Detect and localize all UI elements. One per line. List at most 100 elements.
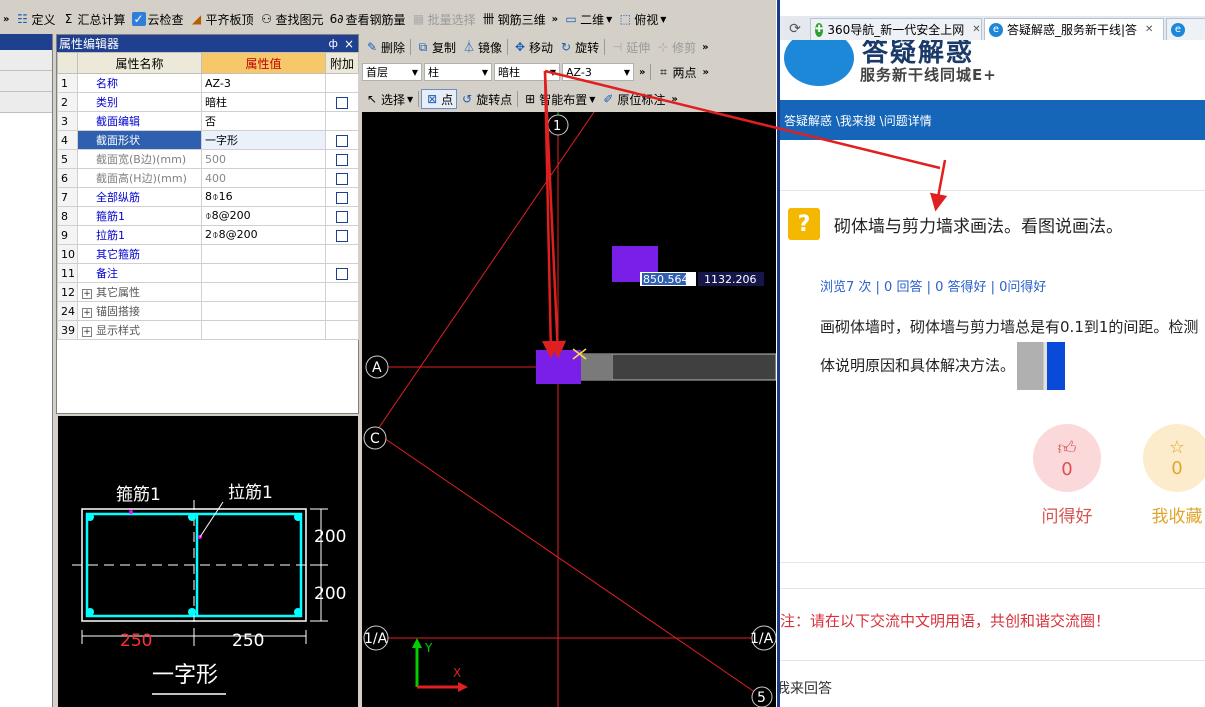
- property-row[interactable]: 2 类别 暗柱: [57, 92, 359, 112]
- property-value[interactable]: [201, 263, 326, 283]
- move-button[interactable]: ✥ 移动: [510, 37, 556, 57]
- expand-plus-icon[interactable]: +: [82, 327, 92, 337]
- coord-x-readout[interactable]: 850.564: [643, 273, 689, 286]
- expand-plus-icon[interactable]: +: [82, 289, 92, 299]
- select-dropdown[interactable]: ↖ 选择 ▼: [362, 89, 416, 109]
- point-button[interactable]: ⊠ 点: [421, 89, 458, 109]
- toolbar-overflow-chevron-3[interactable]: »: [699, 42, 711, 53]
- cloud-check-button[interactable]: ✓ 云检查: [129, 9, 187, 29]
- close-icon[interactable]: ✕: [1145, 24, 1153, 35]
- property-row[interactable]: 3 截面编辑否: [57, 111, 359, 131]
- floor-select[interactable]: 首层 ▼: [362, 63, 422, 81]
- property-value[interactable]: ⌽8@200: [201, 206, 326, 226]
- sub-type-select[interactable]: 暗柱 ▼: [494, 63, 560, 81]
- property-value[interactable]: 暗柱: [201, 92, 326, 112]
- property-row[interactable]: 1 名称 AZ-3: [57, 73, 359, 93]
- trim-button[interactable]: ⊹ 修剪: [653, 37, 699, 57]
- element-type-select[interactable]: 柱 ▼: [424, 63, 492, 81]
- mirror-button[interactable]: ⏃ 镜像: [459, 37, 505, 57]
- property-value[interactable]: 400: [201, 168, 326, 188]
- trim-icon: ⊹: [658, 40, 669, 54]
- property-value[interactable]: 500: [201, 149, 326, 169]
- property-value[interactable]: 否: [201, 111, 326, 131]
- property-row[interactable]: 11 备注: [57, 263, 359, 283]
- property-value[interactable]: 一字形: [201, 130, 326, 150]
- component-select[interactable]: AZ-3 ▼: [562, 63, 634, 81]
- browser-tab-label: 答疑解惑_服务新干线|答: [1007, 23, 1138, 37]
- extra-checkbox[interactable]: [336, 210, 348, 223]
- extra-cell: [325, 73, 359, 93]
- pin-icon[interactable]: ф: [329, 37, 338, 50]
- rebar-3d-button[interactable]: 卌钢筋三维: [479, 9, 549, 29]
- toolbar-overflow-chevron-6[interactable]: »: [668, 94, 680, 105]
- dropdown-arrow-icon: ▼: [606, 14, 613, 24]
- extra-checkbox[interactable]: [336, 134, 348, 147]
- property-group-row[interactable]: 12 + 其它属性: [57, 282, 359, 302]
- copy-button[interactable]: ⧉ 复制: [413, 37, 459, 57]
- two-points-button[interactable]: ⌗ 两点: [653, 62, 699, 82]
- find-element-button[interactable]: ⚇ 查找图元: [257, 9, 327, 29]
- extend-button[interactable]: ⊣ 延伸: [607, 37, 653, 57]
- refresh-icon[interactable]: ⟳: [780, 18, 810, 40]
- left-panel-row[interactable]: [0, 92, 52, 113]
- tie-label: 拉筋1: [228, 483, 273, 503]
- extra-checkbox[interactable]: [336, 153, 348, 166]
- point-icon: ⊠: [427, 92, 438, 106]
- left-panel-row[interactable]: [0, 71, 52, 92]
- left-panel-row[interactable]: [0, 50, 52, 71]
- placed-column[interactable]: [536, 350, 581, 384]
- toolbar-overflow-chevron-2[interactable]: »: [549, 14, 561, 25]
- property-row[interactable]: 5 截面宽(B边)(mm) 500: [57, 149, 359, 169]
- property-value[interactable]: [201, 244, 326, 264]
- toolbar-overflow-chevron-5[interactable]: »: [699, 67, 711, 78]
- toolbar-overflow-chevron[interactable]: »: [0, 14, 12, 25]
- rotate-point-button[interactable]: ↺ 旋转点: [457, 89, 515, 109]
- close-icon[interactable]: ✕: [972, 24, 980, 35]
- property-value[interactable]: 2⌽8@200: [201, 225, 326, 245]
- browser-tab-qa[interactable]: e 答疑解惑_服务新干线|答 ✕: [984, 18, 1164, 40]
- coord-y-readout[interactable]: 1132.206: [704, 273, 757, 286]
- property-row[interactable]: 9 拉筋1 2⌽8@200: [57, 225, 359, 245]
- smart-place-dropdown[interactable]: ⊞ 智能布置 ▼: [520, 89, 598, 109]
- property-row[interactable]: 10 其它箍筋: [57, 244, 359, 264]
- favorite-button[interactable]: ☆ 0 我收藏: [1142, 424, 1205, 527]
- site-header: 答疑解惑 服务新干线同城E+: [780, 40, 1205, 100]
- origin-mark-button[interactable]: ✐ 原位标注: [598, 89, 668, 109]
- extra-checkbox[interactable]: [336, 96, 348, 109]
- favorite-circle[interactable]: ☆ 0: [1143, 424, 1205, 492]
- extra-checkbox[interactable]: [336, 229, 348, 242]
- breadcrumb-text[interactable]: 答疑解惑 \我来搜 \问题详情: [784, 112, 932, 129]
- view-2d-dropdown[interactable]: ▭ 二维 ▼: [561, 9, 615, 29]
- expand-plus-icon[interactable]: +: [82, 308, 92, 318]
- group-label: 其它属性: [96, 286, 140, 299]
- attached-image-thumbnail[interactable]: [1017, 342, 1066, 390]
- property-row[interactable]: 7 全部纵筋 8⌽16: [57, 187, 359, 207]
- close-icon[interactable]: ×: [344, 37, 354, 51]
- view-rebar-qty-button[interactable]: 6∂ 查看钢筋量: [327, 9, 409, 29]
- align-top-button[interactable]: ◢ 平齐板顶: [187, 9, 257, 29]
- ask-good-circle[interactable]: 👍︎ 0: [1033, 424, 1101, 492]
- answer-tab[interactable]: 我来回答: [780, 678, 832, 698]
- ask-good-button[interactable]: 👍︎ 0 问得好: [1032, 424, 1102, 527]
- delete-button[interactable]: ✎ 删除: [362, 37, 408, 57]
- browser-tab-360[interactable]: ✚ 360导航_新一代安全上网 ✕: [810, 18, 982, 40]
- property-value[interactable]: AZ-3: [201, 73, 326, 93]
- property-row[interactable]: 4 截面形状 一字形: [57, 130, 359, 150]
- property-group-row[interactable]: 39 + 显示样式: [57, 320, 359, 340]
- define-button[interactable]: ☷ 定义: [12, 9, 58, 29]
- extra-checkbox[interactable]: [336, 267, 348, 280]
- drawing-canvas[interactable]: 1 A A C 1/A 1/A 5 850.564 1132.206: [362, 112, 776, 707]
- extra-checkbox[interactable]: [336, 191, 348, 204]
- binoculars-icon: ⚇: [261, 12, 272, 26]
- batch-select-button[interactable]: ▦ 批量选择: [409, 9, 479, 29]
- extra-checkbox[interactable]: [336, 172, 348, 185]
- property-group-row[interactable]: 24 + 锚固搭接: [57, 301, 359, 321]
- toolbar-overflow-chevron-4[interactable]: »: [636, 67, 648, 78]
- property-row[interactable]: 8 箍筋1 ⌽8@200: [57, 206, 359, 226]
- property-value[interactable]: 8⌽16: [201, 187, 326, 207]
- rotate-button[interactable]: ↻ 旋转: [556, 37, 602, 57]
- sum-calc-button[interactable]: Σ 汇总计算: [58, 9, 128, 29]
- browser-tab-3[interactable]: e: [1166, 18, 1205, 40]
- top-view-dropdown[interactable]: ⬚ 俯视 ▼: [615, 9, 669, 29]
- property-row[interactable]: 6 截面高(H边)(mm) 400: [57, 168, 359, 188]
